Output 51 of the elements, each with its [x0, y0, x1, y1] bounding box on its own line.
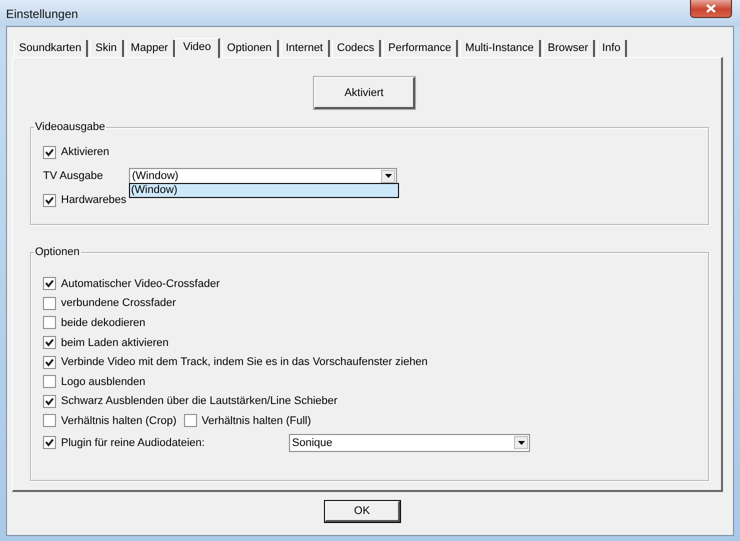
dropdown-button[interactable]: [514, 436, 528, 450]
checkbox[interactable]: [184, 414, 197, 428]
checkbox-label: Logo ausblenden: [61, 376, 146, 388]
tab[interactable]: Performance: [383, 40, 458, 57]
checkbox-label: Verhältnis halten (Full): [202, 414, 312, 427]
plugin-dropdown[interactable]: Sonique: [289, 434, 530, 452]
group-title: Optionen: [34, 246, 81, 258]
tab[interactable]: Optionen: [222, 40, 279, 57]
field-label: TV Ausgabe: [43, 170, 104, 182]
tab[interactable]: Skin: [90, 40, 124, 57]
ok-button[interactable]: OK: [325, 501, 400, 522]
dropdown-option[interactable]: (Window): [130, 184, 398, 197]
checkbox[interactable]: [43, 375, 56, 388]
tab[interactable]: Multi-Instance: [460, 40, 541, 57]
checkbox-label: beim Laden aktivieren: [61, 336, 169, 349]
checkbox-label: Verhältnis halten (Crop): [61, 414, 177, 427]
checkbox[interactable]: [43, 414, 56, 428]
dropdown-button[interactable]: [381, 170, 395, 182]
caret-icon: [518, 440, 524, 445]
close-icon: [706, 4, 716, 13]
checkbox-label: verbundene Crossfader: [61, 297, 176, 310]
dropdown-value: Sonique: [291, 436, 334, 449]
tab[interactable]: Mapper: [126, 40, 176, 57]
tab[interactable]: Info: [597, 40, 628, 57]
checkbox[interactable]: [43, 277, 56, 290]
tab[interactable]: Soundkarten: [14, 40, 88, 57]
checkbox-label: beide dekodieren: [61, 316, 146, 329]
checkbox[interactable]: [43, 336, 56, 350]
checkbox-label: Verbinde Video mit dem Track, indem Sie es in das Vorschaufenster ziehen: [61, 356, 428, 368]
checkbox[interactable]: [43, 436, 56, 450]
tab[interactable]: Browser: [542, 40, 596, 57]
caret-icon: [384, 174, 392, 178]
checkbox[interactable]: [43, 296, 56, 310]
tab[interactable]: Internet: [280, 40, 330, 57]
dropdown-value: (Window): [131, 170, 180, 182]
close-button[interactable]: [690, 0, 732, 18]
checkbox[interactable]: [43, 394, 56, 408]
checkbox-label: Plugin für reine Audiodateien:: [61, 436, 206, 449]
checkbox-label: Hardwarebes: [61, 194, 126, 206]
checkbox[interactable]: [43, 356, 56, 369]
window-title: Einstellungen: [6, 6, 78, 21]
checkbox[interactable]: [43, 194, 56, 206]
tab[interactable]: Video: [175, 38, 220, 58]
checkbox[interactable]: [43, 316, 56, 330]
checkbox[interactable]: [43, 146, 56, 158]
checkbox-label: Aktivieren: [61, 146, 110, 158]
checkbox-label: Automatischer Video-Crossfader: [61, 278, 220, 290]
group-title: Videoausgabe: [34, 121, 106, 133]
tab[interactable]: Codecs: [332, 40, 382, 57]
activated-button[interactable]: Aktiviert: [314, 77, 415, 109]
checkbox-label: Schwarz Ausblenden über die Lautstärken/Line Schieber: [61, 395, 338, 408]
